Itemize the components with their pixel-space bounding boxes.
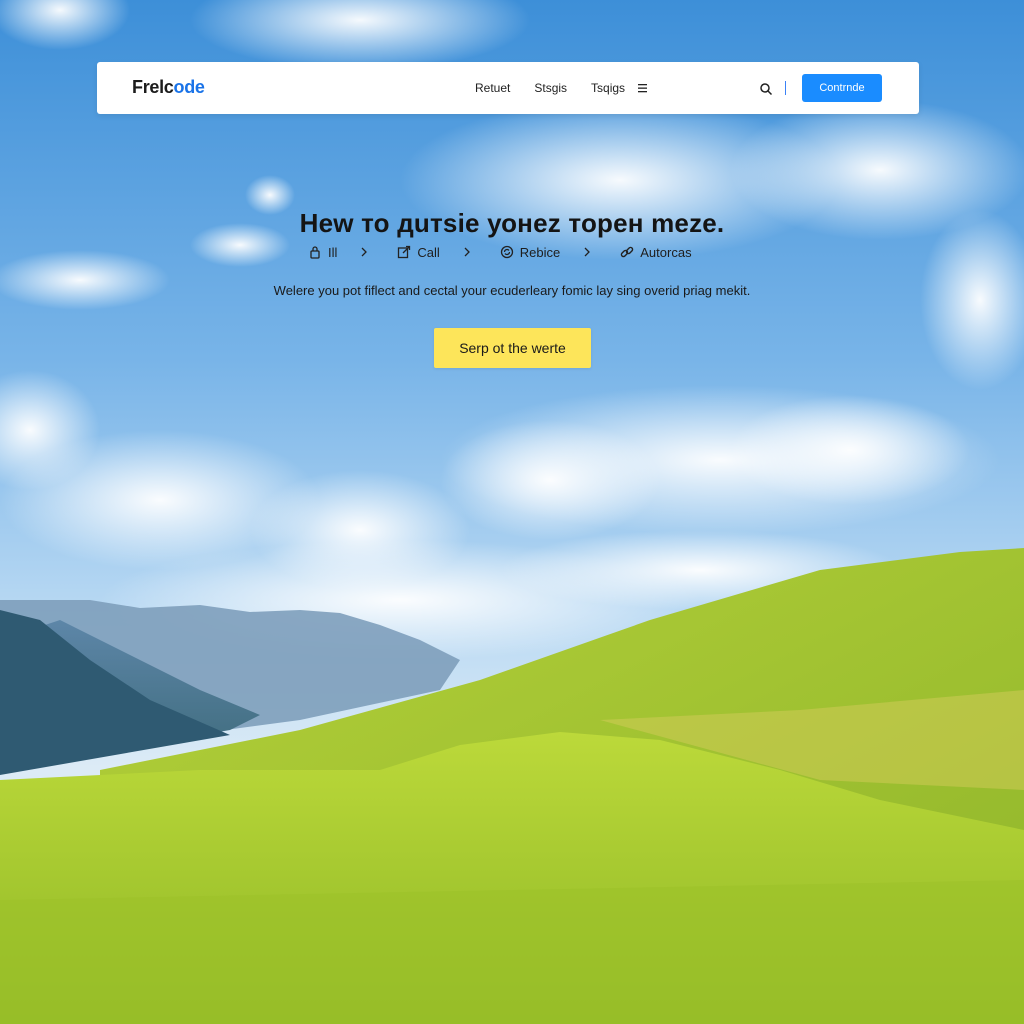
top-navbar: Frelcode Retuet Stsgis Tsqigs Contrnde: [97, 62, 919, 114]
hero-title: Hew то дuтsie уонez торен meze.: [299, 208, 725, 238]
nav-link-2[interactable]: Stsgis: [534, 81, 567, 95]
landscape-background: [0, 0, 1024, 1024]
breadcrumb-label: Call: [417, 244, 440, 260]
breadcrumb-item-1[interactable]: Ill: [308, 245, 337, 260]
breadcrumb-item-2[interactable]: Call: [397, 244, 440, 260]
nav-links: Retuet Stsgis Tsqigs: [475, 81, 625, 95]
brand-logo[interactable]: Frelcode: [132, 77, 205, 98]
refresh-icon: [500, 245, 513, 259]
chevron-right-icon: [361, 247, 368, 257]
continue-button[interactable]: Contrnde: [802, 74, 882, 102]
search-icon[interactable]: [759, 82, 773, 96]
hamburger-icon[interactable]: [637, 81, 649, 95]
breadcrumb: Ill Call Rebice Autorcas: [308, 242, 728, 262]
nav-link-3[interactable]: Tsqigs: [591, 81, 625, 95]
chevron-right-icon: [584, 247, 591, 257]
hero-cta-button[interactable]: Serp ot the werte: [434, 328, 591, 368]
brand-prefix: Frelc: [132, 77, 174, 97]
lock-icon: [310, 246, 320, 259]
brand-suffix: ode: [173, 77, 205, 97]
external-link-icon: [398, 245, 411, 259]
breadcrumb-label: Ill: [328, 244, 338, 260]
hero-subtitle: Welere you pot fiflect and cectal your e…: [273, 283, 751, 298]
chevron-right-icon: [464, 247, 470, 257]
breadcrumb-item-4[interactable]: Autorcas: [620, 244, 692, 260]
breadcrumb-item-3[interactable]: Rebice: [500, 245, 560, 260]
nav-divider: [785, 81, 786, 95]
nav-link-1[interactable]: Retuet: [475, 81, 510, 95]
breadcrumb-label: Autorcas: [640, 244, 692, 260]
link-icon: [621, 246, 634, 258]
breadcrumb-label: Rebice: [519, 244, 561, 260]
